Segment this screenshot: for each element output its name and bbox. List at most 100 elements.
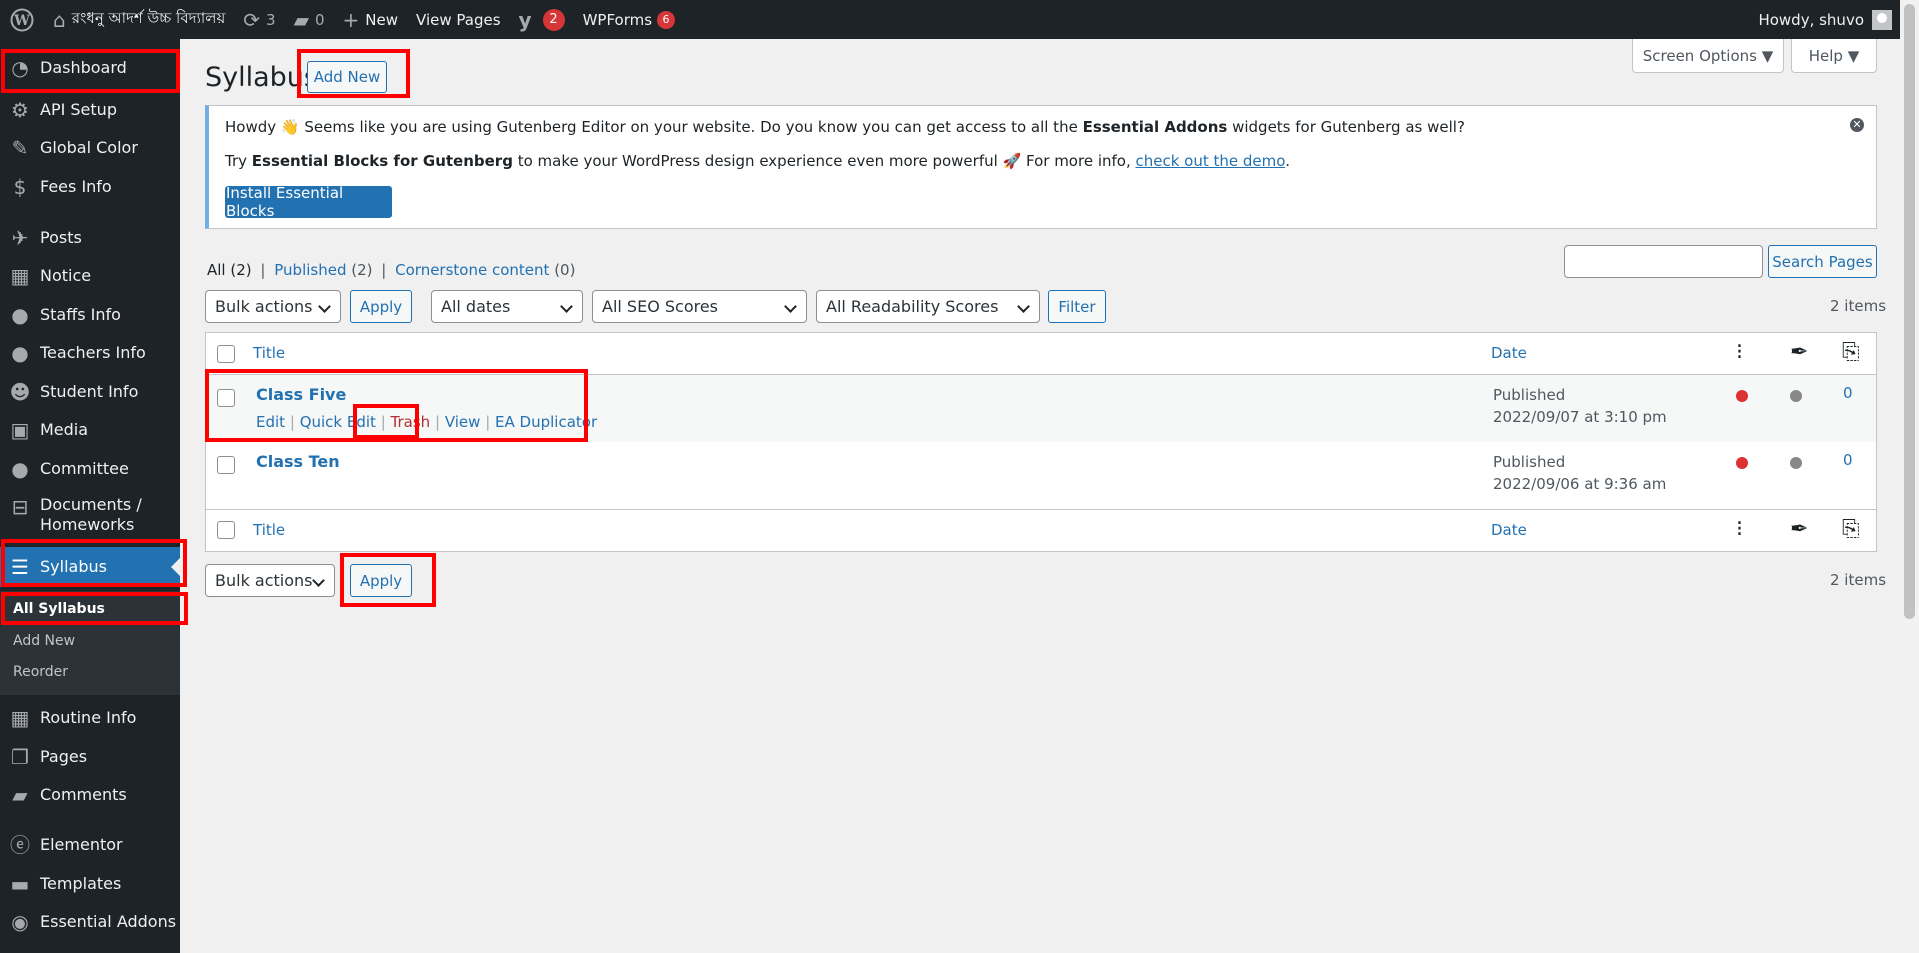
sidebar-item-documents[interactable]: ⊟ Documents / Homeworks [0,495,180,539]
select-all-checkbox[interactable] [217,345,235,363]
column-date-bottom[interactable]: Date [1491,521,1527,539]
sidebar-item-syllabus[interactable]: ☰ Syllabus [0,547,180,587]
elementor-icon: ⓔ [10,833,30,857]
dollar-icon: $ [13,175,27,199]
screen-options-button[interactable]: Screen Options ▼ [1632,39,1784,73]
filter-cornerstone[interactable]: Cornerstone content (0) [395,261,575,279]
my-account[interactable]: Howdy, shuvo [1758,9,1900,30]
quick-edit-link[interactable]: Quick Edit [300,413,376,431]
dates-select[interactable]: All dates [431,290,583,323]
site-name-link[interactable]: ⌂ রংধনু আদর্শ উচ্চ বিদ্যালয় [44,0,234,39]
wpforms-link[interactable]: WPForms 6 [574,0,684,39]
view-pages-link[interactable]: View Pages [407,0,510,39]
seo-score-column-icon[interactable]: ⁝ [1736,342,1743,364]
home-icon: ⌂ [53,7,66,32]
row-checkbox[interactable] [217,456,235,474]
view-link[interactable]: View [445,413,481,431]
sidebar-item-templates[interactable]: ▬ Templates [0,869,180,899]
page-scrollbar[interactable] [1900,0,1919,953]
folder-icon: ▬ [10,872,30,896]
sidebar-item-global-color[interactable]: ✎ Global Color [0,133,180,163]
row-title-link[interactable]: Class Five [256,385,346,404]
apply-button-bottom[interactable]: Apply [350,564,412,597]
yoast-link[interactable]: y 2 [510,0,574,39]
sidebar-item-label: Global Color [40,138,138,157]
column-date[interactable]: Date [1491,344,1527,362]
site-name: রংধনু আদর্শ উচ্চ বিদ্যালয় [71,9,226,27]
sidebar-item-elementor[interactable]: ⓔ Elementor [0,830,180,860]
sidebar-item-media[interactable]: ▣ Media [0,415,180,445]
scrollbar-thumb[interactable] [1904,4,1915,619]
notice-text: to make your WordPress design experience… [512,152,1136,170]
add-new-button[interactable]: Add New [307,61,387,93]
bulk-actions-select-bottom[interactable]: Bulk actions [205,564,335,597]
admin-sidebar: ◔ Dashboard ⚙ API Setup ✎ Global Color $… [0,39,180,953]
groups-icon: ☻ [9,380,31,404]
links-count[interactable]: 0 [1843,451,1853,469]
calendar-icon: ▦ [10,264,30,288]
sidebar-item-dashboard[interactable]: ◔ Dashboard [0,53,180,83]
sidebar-item-pages[interactable]: ❐ Pages [0,742,180,772]
brush-icon: ✎ [11,136,29,160]
sidebar-item-essential-addons[interactable]: ◉ Essential Addons [0,907,180,937]
sidebar-item-label: Media [40,420,89,439]
sidebar-item-staffs-info[interactable]: ● Staffs Info [0,300,180,330]
new-content-link[interactable]: + New [334,0,407,39]
submenu-all-syllabus[interactable]: All Syllabus [13,601,105,617]
sidebar-item-notice[interactable]: ▦ Notice [0,261,180,291]
links-count[interactable]: 0 [1843,384,1853,402]
seo-score-dot [1736,390,1748,402]
sidebar-item-committee[interactable]: ● Committee [0,454,180,484]
apply-button-top[interactable]: Apply [350,290,412,323]
links-column-icon[interactable]: ⎘ [1842,519,1860,541]
post-status: Published [1493,453,1566,471]
sidebar-item-student-info[interactable]: ☻ Student Info [0,377,180,407]
sidebar-item-fees-info[interactable]: $ Fees Info [0,172,180,202]
trash-link[interactable]: Trash [391,413,431,431]
sidebar-item-api-setup[interactable]: ⚙ API Setup [0,95,180,125]
updates-link[interactable]: ⟳ 3 [234,0,284,39]
sidebar-item-posts[interactable]: ✈ Posts [0,223,180,253]
sidebar-item-label: Documents / Homeworks [40,495,142,534]
filter-all[interactable]: All (2) [207,261,252,279]
filter-published[interactable]: Published (2) [274,261,372,279]
row-actions: Edit | Quick Edit | Trash | View | EA Du… [256,413,597,431]
ea-duplicator-link[interactable]: EA Duplicator [495,413,597,431]
sidebar-item-comments[interactable]: ▰ Comments [0,780,180,810]
bulk-actions-select-top[interactable]: Bulk actions [205,290,341,323]
column-title[interactable]: Title [253,344,285,362]
seo-scores-select[interactable]: All SEO Scores [592,290,807,323]
seo-score-column-icon[interactable]: ⁝ [1736,519,1743,541]
row-checkbox[interactable] [217,389,235,407]
seo-score-dot [1736,457,1748,469]
sidebar-item-label: Elementor [40,835,123,854]
submenu-add-new[interactable]: Add New [13,633,75,649]
links-column-icon[interactable]: ⎘ [1842,342,1860,364]
select-all-checkbox-bottom[interactable] [217,521,235,539]
readability-column-icon[interactable]: ✒ [1790,342,1808,364]
submenu-reorder[interactable]: Reorder [13,664,68,680]
search-pages-button[interactable]: Search Pages [1768,245,1877,278]
readability-score-dot [1790,457,1802,469]
sidebar-item-routine-info[interactable]: ▦ Routine Info [0,703,180,733]
readability-column-icon[interactable]: ✒ [1790,519,1808,541]
search-input[interactable] [1564,245,1763,278]
media-icon: ▣ [10,418,30,442]
dismiss-notice-icon[interactable]: ✕ [1850,118,1864,132]
separator: | [381,261,387,279]
syllabus-table: Title Date ⁝ ✒ ⎘ Class Five Edit | Quick… [205,332,1877,552]
filter-all-label: All [207,261,226,279]
check-demo-link[interactable]: check out the demo [1136,152,1286,170]
edit-link[interactable]: Edit [256,413,285,431]
separator: | [485,413,491,431]
column-title-bottom[interactable]: Title [253,521,285,539]
install-essential-blocks-button[interactable]: Install Essential Blocks [225,184,392,220]
filter-button[interactable]: Filter [1048,290,1106,323]
sidebar-item-label: Staffs Info [40,305,121,324]
sidebar-item-teachers-info[interactable]: ● Teachers Info [0,338,180,368]
row-title-link[interactable]: Class Ten [256,452,340,471]
readability-scores-select[interactable]: All Readability Scores [816,290,1040,323]
wordpress-logo[interactable]: W [0,0,44,39]
help-button[interactable]: Help ▼ [1791,39,1877,73]
comments-link[interactable]: ▰ 0 [285,0,334,39]
